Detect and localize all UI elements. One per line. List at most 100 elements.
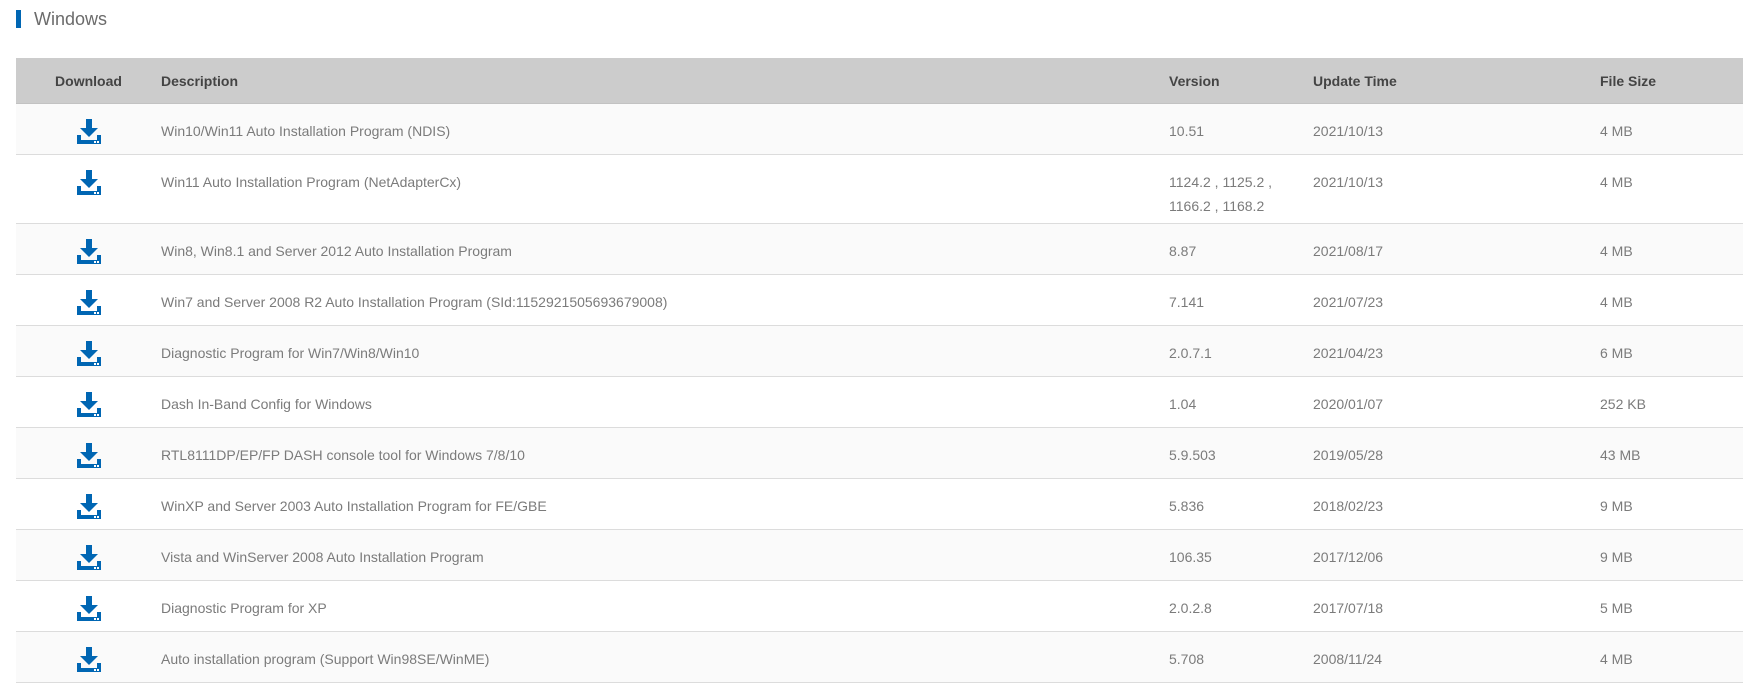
row-update-time: 2021/10/13: [1313, 174, 1384, 190]
row-version-line1: 7.141: [1169, 294, 1205, 310]
header-version: Version: [1169, 72, 1220, 89]
table-row: Auto installation program (Support Win98…: [16, 632, 1743, 683]
row-description: Diagnostic Program for XP: [161, 600, 327, 616]
download-icon[interactable]: [75, 493, 103, 521]
row-update-time: 2021/04/23: [1313, 345, 1384, 361]
row-update-time: 2020/01/07: [1313, 396, 1384, 412]
row-file-size: 6 MB: [1600, 345, 1633, 361]
row-version-line1: 2.0.2.8: [1169, 600, 1212, 616]
download-icon[interactable]: [75, 118, 103, 146]
download-cell: [16, 155, 161, 223]
row-version-line1: 5.708: [1169, 651, 1205, 667]
download-icon[interactable]: [75, 391, 103, 419]
row-update-time: 2017/12/06: [1313, 549, 1384, 565]
download-cell: [16, 479, 161, 529]
row-update-time: 2021/10/13: [1313, 123, 1384, 139]
row-description: Win8, Win8.1 and Server 2012 Auto Instal…: [161, 243, 512, 259]
row-file-size: 9 MB: [1600, 498, 1633, 514]
row-version: 2.0.2.8: [1169, 581, 1313, 631]
row-file-size: 4 MB: [1600, 651, 1633, 667]
row-file-size: 4 MB: [1600, 123, 1633, 139]
row-version: 8.87: [1169, 224, 1313, 274]
row-file-size: 43 MB: [1600, 447, 1641, 463]
download-icon[interactable]: [75, 442, 103, 470]
row-description: Vista and WinServer 2008 Auto Installati…: [161, 549, 484, 565]
row-update-time: 2021/07/23: [1313, 294, 1384, 310]
row-version: 1124.2 , 1125.2 , 1166.2 , 1168.2: [1169, 155, 1313, 223]
header-download: Download: [55, 72, 122, 89]
row-version: 5.708: [1169, 632, 1313, 682]
row-description: Diagnostic Program for Win7/Win8/Win10: [161, 345, 420, 361]
row-update-time: 2019/05/28: [1313, 447, 1384, 463]
row-version-line1: 5.836: [1169, 498, 1205, 514]
download-icon[interactable]: [75, 544, 103, 572]
row-description: Dash In-Band Config for Windows: [161, 396, 372, 412]
header-file-size: File Size: [1600, 72, 1657, 89]
download-cell: [16, 224, 161, 274]
row-description: WinXP and Server 2003 Auto Installation …: [161, 498, 547, 514]
download-icon[interactable]: [75, 646, 103, 674]
header-description: Description: [161, 72, 239, 89]
table-row: Win10/Win11 Auto Installation Program (N…: [16, 104, 1743, 155]
header-update-time: Update Time: [1313, 72, 1397, 89]
row-version-line1: 1124.2 , 1125.2 ,: [1169, 174, 1273, 190]
table-row: Win7 and Server 2008 R2 Auto Installatio…: [16, 275, 1743, 326]
table-row: Win11 Auto Installation Program (NetAdap…: [16, 155, 1743, 224]
row-version-line1: 1.04: [1169, 396, 1197, 412]
download-icon[interactable]: [75, 289, 103, 317]
download-cell: [16, 632, 161, 682]
row-version: 2.0.7.1: [1169, 326, 1313, 376]
row-update-time: 2018/02/23: [1313, 498, 1384, 514]
row-version: 5.9.503: [1169, 428, 1313, 478]
download-cell: [16, 275, 161, 325]
table-row: RTL8111DP/EP/FP DASH console tool for Wi…: [16, 428, 1743, 479]
row-description: Auto installation program (Support Win98…: [161, 651, 490, 667]
row-version-line1: 106.35: [1169, 549, 1212, 565]
table-body: Win10/Win11 Auto Installation Program (N…: [16, 104, 1743, 683]
row-version-line1: 2.0.7.1: [1169, 345, 1212, 361]
row-file-size: 9 MB: [1600, 549, 1633, 565]
row-update-time: 2021/08/17: [1313, 243, 1384, 259]
table-row: Diagnostic Program for XP 2.0.2.8 2017/0…: [16, 581, 1743, 632]
table-row: Diagnostic Program for Win7/Win8/Win10 2…: [16, 326, 1743, 377]
table-header: Download Description Version Update Time…: [16, 58, 1743, 104]
row-file-size: 4 MB: [1600, 294, 1633, 310]
row-description: RTL8111DP/EP/FP DASH console tool for Wi…: [161, 447, 525, 463]
table-row: Dash In-Band Config for Windows 1.04 202…: [16, 377, 1743, 428]
download-icon[interactable]: [75, 169, 103, 197]
row-version: 106.35: [1169, 530, 1313, 580]
row-version: 1.04: [1169, 377, 1313, 427]
section-marker: [16, 10, 21, 28]
download-icon[interactable]: [75, 238, 103, 266]
download-cell: [16, 326, 161, 376]
download-cell: [16, 530, 161, 580]
download-cell: [16, 377, 161, 427]
download-cell: [16, 581, 161, 631]
row-version-line1: 8.87: [1169, 243, 1197, 259]
row-description: Win11 Auto Installation Program (NetAdap…: [161, 174, 462, 190]
row-file-size: 252 KB: [1600, 396, 1646, 412]
table-row: Win8, Win8.1 and Server 2012 Auto Instal…: [16, 224, 1743, 275]
download-icon[interactable]: [75, 595, 103, 623]
row-version: 10.51: [1169, 104, 1313, 154]
row-file-size: 5 MB: [1600, 600, 1633, 616]
table-row: WinXP and Server 2003 Auto Installation …: [16, 479, 1743, 530]
row-version: 7.141: [1169, 275, 1313, 325]
section-title: Windows: [34, 9, 108, 29]
row-version-line1: 10.51: [1169, 123, 1205, 139]
download-cell: [16, 428, 161, 478]
section-heading: Windows: [16, 10, 107, 28]
row-file-size: 4 MB: [1600, 174, 1633, 190]
row-description: Win10/Win11 Auto Installation Program (N…: [161, 123, 451, 139]
downloads-table: Download Description Version Update Time…: [16, 58, 1743, 683]
download-icon[interactable]: [75, 340, 103, 368]
row-version: 5.836: [1169, 479, 1313, 529]
row-version-line1: 5.9.503: [1169, 447, 1216, 463]
table-row: Vista and WinServer 2008 Auto Installati…: [16, 530, 1743, 581]
download-cell: [16, 104, 161, 154]
row-update-time: 2017/07/18: [1313, 600, 1384, 616]
row-version-line2: 1166.2 , 1168.2: [1169, 198, 1265, 214]
row-update-time: 2008/11/24: [1313, 651, 1383, 667]
row-file-size: 4 MB: [1600, 243, 1633, 259]
row-description: Win7 and Server 2008 R2 Auto Installatio…: [161, 294, 668, 310]
